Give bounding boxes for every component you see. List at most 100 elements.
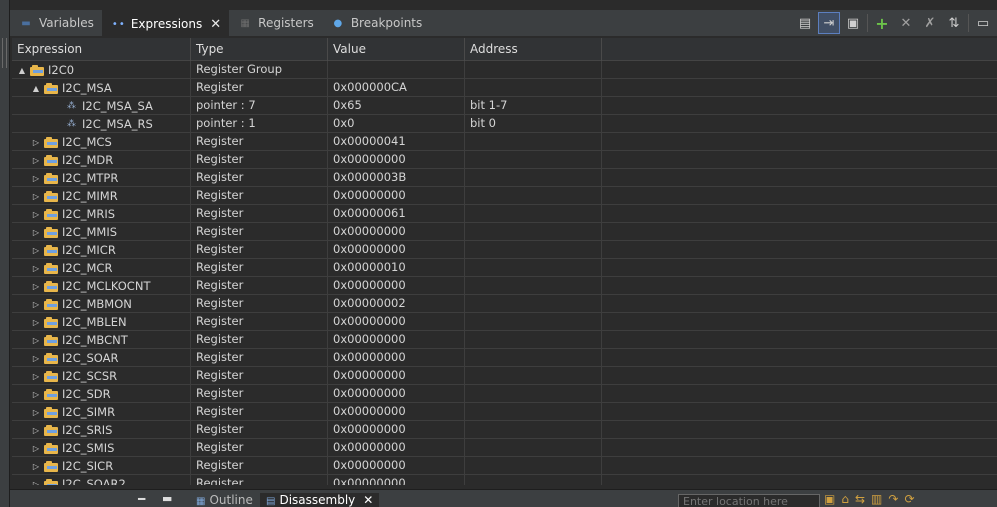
cell-type[interactable]: Register	[191, 403, 328, 421]
cell-expression[interactable]: ▷ I2C_MBLEN	[12, 313, 191, 331]
table-row[interactable]: ⁂ I2C_MSA_SA pointer : 7 0x65 bit 1-7	[12, 97, 997, 115]
cell-type[interactable]: Register	[191, 259, 328, 277]
table-row[interactable]: ▷ I2C_MBLEN Register 0x00000000	[12, 313, 997, 331]
cell-type[interactable]: Register	[191, 475, 328, 485]
cell-value[interactable]: 0x00000000	[328, 241, 465, 259]
cell-value[interactable]: 0x00000000	[328, 187, 465, 205]
cell-address[interactable]	[465, 205, 602, 223]
table-row[interactable]: ▷ I2C_MCS Register 0x00000041	[12, 133, 997, 151]
cell-address[interactable]	[465, 79, 602, 97]
cell-address[interactable]	[465, 241, 602, 259]
cell-value[interactable]: 0x00000000	[328, 223, 465, 241]
cell-expression[interactable]: ▷ I2C_SOAR	[12, 349, 191, 367]
table-row[interactable]: ▷ I2C_MCR Register 0x00000010	[12, 259, 997, 277]
cell-expression[interactable]: ▷ I2C_SOAR2	[12, 475, 191, 485]
cell-expression[interactable]: ▷ I2C_SMIS	[12, 439, 191, 457]
column-header-type[interactable]: Type	[191, 38, 328, 61]
table-row[interactable]: ▷ I2C_MIMR Register 0x00000000	[12, 187, 997, 205]
tab-outline[interactable]: ▦ Outline	[190, 493, 259, 507]
gutter-handle[interactable]	[2, 38, 7, 68]
cell-expression[interactable]: ▲ I2C_MSA	[12, 79, 191, 97]
cell-address[interactable]	[465, 475, 602, 485]
expand-triangle-icon[interactable]: ▷	[30, 368, 42, 385]
expand-triangle-icon[interactable]: ▷	[30, 350, 42, 367]
view-menu-icon[interactable]: ▭	[973, 13, 993, 33]
cell-expression[interactable]: ▷ I2C_SDR	[12, 385, 191, 403]
cell-type[interactable]: pointer : 1	[191, 115, 328, 133]
expand-triangle-icon[interactable]: ▷	[30, 224, 42, 241]
expand-triangle-icon[interactable]: ▷	[30, 134, 42, 151]
table-row[interactable]: ▷ I2C_MRIS Register 0x00000061	[12, 205, 997, 223]
cell-expression[interactable]: ▷ I2C_MMIS	[12, 223, 191, 241]
expand-triangle-icon[interactable]: ▷	[30, 260, 42, 277]
table-row[interactable]: ▷ I2C_SOAR2 Register 0x00000000	[12, 475, 997, 485]
table-row[interactable]: ▷ I2C_SDR Register 0x00000000	[12, 385, 997, 403]
cell-type[interactable]: Register	[191, 169, 328, 187]
show-type-names-icon[interactable]: ▤	[795, 13, 815, 33]
cell-expression[interactable]: ▷ I2C_MCLKOCNT	[12, 277, 191, 295]
cell-type[interactable]: pointer : 7	[191, 97, 328, 115]
table-row[interactable]: ▷ I2C_MICR Register 0x00000000	[12, 241, 997, 259]
cell-value[interactable]: 0x00000002	[328, 295, 465, 313]
table-row[interactable]: ▷ I2C_SIMR Register 0x00000000	[12, 403, 997, 421]
home-icon[interactable]: ⌂	[841, 492, 849, 506]
cell-type[interactable]: Register	[191, 331, 328, 349]
table-row[interactable]: ▷ I2C_SICR Register 0x00000000	[12, 457, 997, 475]
cell-value[interactable]: 0x00000000	[328, 457, 465, 475]
collapse-triangle-icon[interactable]: ▲	[30, 80, 42, 97]
cell-value[interactable]	[328, 61, 465, 79]
cell-value[interactable]: 0x00000000	[328, 439, 465, 457]
expand-triangle-icon[interactable]: ▷	[30, 278, 42, 295]
cell-expression[interactable]: ▷ I2C_MBMON	[12, 295, 191, 313]
cell-address[interactable]	[465, 277, 602, 295]
cell-type[interactable]: Register	[191, 151, 328, 169]
close-icon[interactable]: ✕	[363, 493, 373, 507]
tab-breakpoints[interactable]: ● Breakpoints	[322, 10, 430, 36]
cell-type[interactable]: Register	[191, 313, 328, 331]
cell-value[interactable]: 0x00000000	[328, 331, 465, 349]
remove-all-icon[interactable]: ✗	[920, 13, 940, 33]
cell-value[interactable]: 0x0	[328, 115, 465, 133]
expand-triangle-icon[interactable]: ▷	[30, 296, 42, 313]
expand-triangle-icon[interactable]: ▷	[30, 332, 42, 349]
tab-disassembly[interactable]: ▤ Disassembly ✕	[260, 493, 380, 507]
expand-triangle-icon[interactable]: ▷	[30, 170, 42, 187]
collapse-triangle-icon[interactable]: ▲	[16, 62, 28, 79]
table-row[interactable]: ▷ I2C_MDR Register 0x00000000	[12, 151, 997, 169]
cell-value[interactable]: 0x000000CA	[328, 79, 465, 97]
cell-expression[interactable]: ▷ I2C_SICR	[12, 457, 191, 475]
cell-type[interactable]: Register	[191, 295, 328, 313]
history-icon[interactable]: ▣	[824, 492, 835, 506]
cell-address[interactable]	[465, 259, 602, 277]
cell-type[interactable]: Register	[191, 457, 328, 475]
cell-value[interactable]: 0x00000061	[328, 205, 465, 223]
tab-expressions[interactable]: • • Expressions ✕	[101, 10, 230, 36]
cell-type[interactable]: Register	[191, 223, 328, 241]
cell-address[interactable]	[465, 385, 602, 403]
close-icon[interactable]: ✕	[210, 17, 221, 32]
cell-type[interactable]: Register	[191, 187, 328, 205]
expand-triangle-icon[interactable]: ▷	[30, 314, 42, 331]
cell-address[interactable]	[465, 187, 602, 205]
cell-type[interactable]: Register	[191, 277, 328, 295]
table-row[interactable]: ▲ I2C_MSA Register 0x000000CA	[12, 79, 997, 97]
table-row[interactable]: ▷ I2C_SMIS Register 0x00000000	[12, 439, 997, 457]
cell-value[interactable]: 0x00000000	[328, 349, 465, 367]
cell-value[interactable]: 0x00000000	[328, 313, 465, 331]
table-row[interactable]: ▷ I2C_SRIS Register 0x00000000	[12, 421, 997, 439]
cell-expression[interactable]: ⁂ I2C_MSA_SA	[12, 97, 191, 115]
cell-address[interactable]	[465, 133, 602, 151]
cell-value[interactable]: 0x00000000	[328, 403, 465, 421]
cell-expression[interactable]: ▷ I2C_MCS	[12, 133, 191, 151]
cell-expression[interactable]: ▷ I2C_MRIS	[12, 205, 191, 223]
expand-triangle-icon[interactable]: ▷	[30, 458, 42, 475]
expand-triangle-icon[interactable]: ▷	[30, 404, 42, 421]
tab-registers[interactable]: ▦ Registers	[229, 10, 322, 36]
cell-value[interactable]: 0x0000003B	[328, 169, 465, 187]
cell-type[interactable]: Register	[191, 205, 328, 223]
expand-triangle-icon[interactable]: ▷	[30, 476, 42, 486]
layout-icon[interactable]: ▣	[843, 13, 863, 33]
expand-triangle-icon[interactable]: ▷	[30, 206, 42, 223]
cell-address[interactable]	[465, 457, 602, 475]
cell-expression[interactable]: ▷ I2C_MCR	[12, 259, 191, 277]
